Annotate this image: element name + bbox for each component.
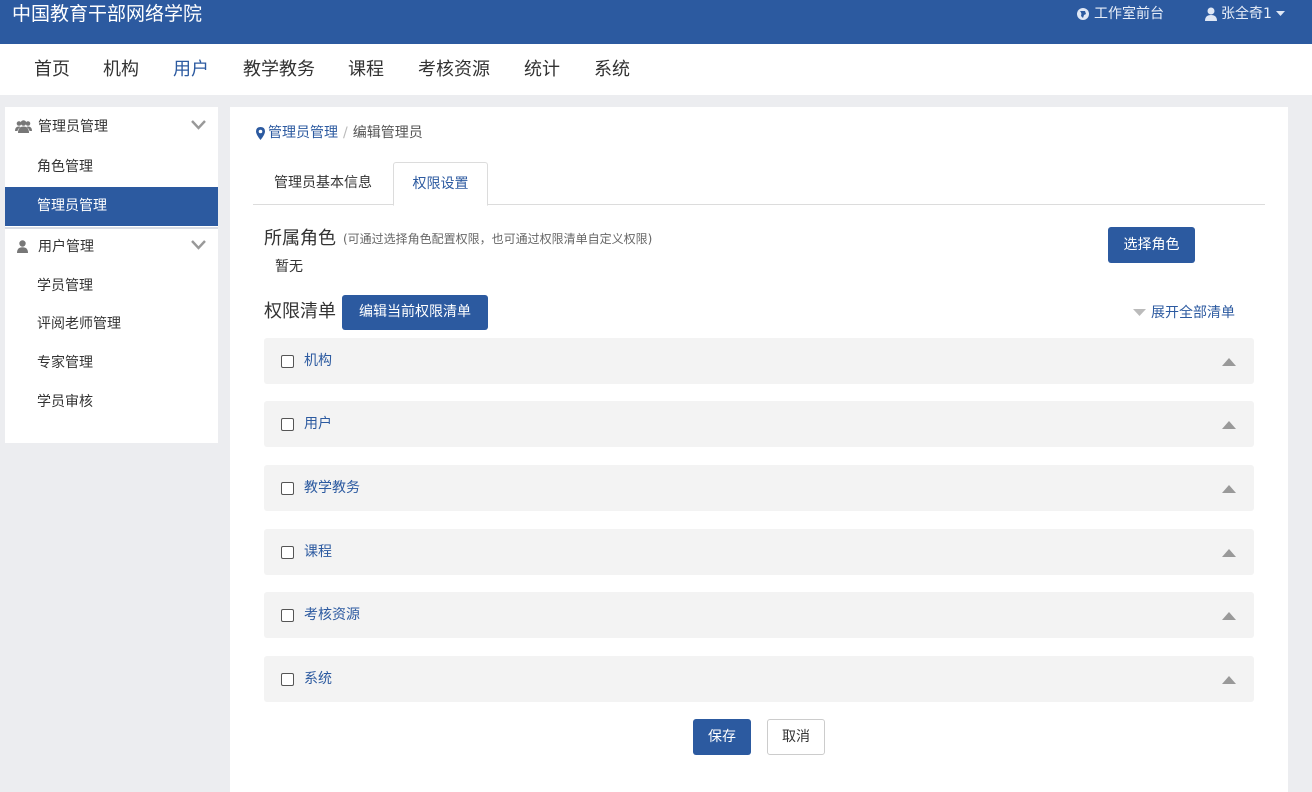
chevron-down-icon: [191, 240, 206, 250]
expand-all-label: 展开全部清单: [1151, 305, 1235, 321]
role-section-hint: (可通过选择角色配置权限，也可通过权限清单自定义权限): [343, 232, 653, 246]
sidebar-group-admin[interactable]: 管理员管理: [5, 107, 218, 147]
user-menu[interactable]: 张全奇1: [1205, 4, 1285, 24]
permission-label[interactable]: 教学教务: [304, 479, 360, 497]
user-name: 张全奇1: [1221, 6, 1272, 22]
permissions-section-title: 权限清单: [264, 301, 336, 322]
breadcrumb: 管理员管理 / 编辑管理员: [256, 124, 423, 142]
role-section-title: 所属角色: [264, 228, 336, 249]
caret-up-icon[interactable]: [1222, 676, 1236, 684]
permission-checkbox[interactable]: [281, 355, 294, 368]
permission-row-system[interactable]: 系统: [264, 656, 1254, 702]
permission-label[interactable]: 机构: [304, 352, 332, 370]
breadcrumb-current: 编辑管理员: [352, 125, 423, 141]
caret-up-icon[interactable]: [1222, 358, 1236, 366]
caret-up-icon[interactable]: [1222, 485, 1236, 493]
studio-label: 工作室前台: [1094, 6, 1164, 22]
permission-checkbox[interactable]: [281, 482, 294, 495]
map-marker-icon: [256, 126, 265, 140]
permission-row-org[interactable]: 机构: [264, 338, 1254, 384]
permission-label[interactable]: 考核资源: [304, 606, 360, 624]
nav-item-courses[interactable]: 课程: [348, 58, 384, 82]
permission-label[interactable]: 系统: [304, 670, 332, 688]
nav-item-stats[interactable]: 统计: [524, 58, 560, 82]
edit-permissions-button[interactable]: 编辑当前权限清单: [342, 295, 488, 330]
nav-item-teaching[interactable]: 教学教务: [243, 58, 315, 82]
permission-checkbox[interactable]: [281, 609, 294, 622]
caret-down-icon: [1133, 309, 1146, 316]
permission-label[interactable]: 用户: [304, 415, 332, 433]
permission-row-courses[interactable]: 课程: [264, 529, 1254, 575]
expand-all-link[interactable]: 展开全部清单: [1133, 304, 1235, 322]
sidebar: 管理员管理 角色管理 管理员管理 用户管理 学员管理 评阅老师管理 专家管理 学…: [5, 107, 218, 443]
caret-up-icon[interactable]: [1222, 549, 1236, 557]
nav-item-home[interactable]: 首页: [34, 58, 70, 82]
studio-link[interactable]: 工作室前台: [1076, 4, 1164, 24]
user-icon: [17, 240, 28, 253]
sidebar-item-experts[interactable]: 专家管理: [5, 344, 218, 383]
save-button[interactable]: 保存: [693, 719, 751, 755]
caret-down-icon: [1275, 11, 1285, 16]
tab-bar: 管理员基本信息 权限设置: [253, 162, 1265, 206]
breadcrumb-separator: /: [343, 125, 348, 141]
caret-up-icon[interactable]: [1222, 421, 1236, 429]
chevron-down-icon: [191, 120, 206, 130]
nav-item-exam-resources[interactable]: 考核资源: [418, 58, 490, 82]
sidebar-item-student-review[interactable]: 学员审核: [5, 383, 218, 422]
nav-item-org[interactable]: 机构: [103, 58, 139, 82]
sidebar-group-users[interactable]: 用户管理: [5, 227, 218, 267]
cancel-button[interactable]: 取消: [767, 719, 825, 755]
users-icon: [15, 120, 32, 133]
permission-row-teaching[interactable]: 教学教务: [264, 465, 1254, 511]
sidebar-item-admins[interactable]: 管理员管理: [5, 187, 218, 226]
sidebar-item-students[interactable]: 学员管理: [5, 267, 218, 306]
main-panel: 管理员管理 / 编辑管理员 管理员基本信息 权限设置 所属角色 (可通过选择角色…: [230, 107, 1288, 792]
nav-item-users[interactable]: 用户: [173, 58, 209, 82]
main-nav: 首页 机构 用户 教学教务 课程 考核资源 统计 系统: [0, 44, 1312, 95]
permission-label[interactable]: 课程: [304, 543, 332, 561]
permission-checkbox[interactable]: [281, 673, 294, 686]
choose-role-button[interactable]: 选择角色: [1108, 227, 1195, 263]
role-value: 暂无: [275, 259, 303, 275]
permission-row-users[interactable]: 用户: [264, 401, 1254, 447]
permission-checkbox[interactable]: [281, 418, 294, 431]
tab-permissions[interactable]: 权限设置: [393, 162, 488, 206]
permission-row-exam-resources[interactable]: 考核资源: [264, 592, 1254, 638]
breadcrumb-parent-link[interactable]: 管理员管理: [268, 124, 338, 142]
sidebar-item-reviewers[interactable]: 评阅老师管理: [5, 305, 218, 344]
tab-basic-info[interactable]: 管理员基本信息: [253, 162, 393, 205]
user-icon: [1205, 7, 1217, 21]
permission-checkbox[interactable]: [281, 546, 294, 559]
top-header: 中国教育干部网络学院 工作室前台 张全奇1: [0, 0, 1312, 44]
sidebar-group-title: 管理员管理: [38, 119, 108, 135]
globe-icon: [1077, 8, 1089, 20]
sidebar-item-roles[interactable]: 角色管理: [5, 148, 218, 187]
sidebar-group-title: 用户管理: [38, 239, 94, 255]
site-brand[interactable]: 中国教育干部网络学院: [12, 2, 202, 26]
nav-item-system[interactable]: 系统: [594, 58, 630, 82]
caret-up-icon[interactable]: [1222, 612, 1236, 620]
